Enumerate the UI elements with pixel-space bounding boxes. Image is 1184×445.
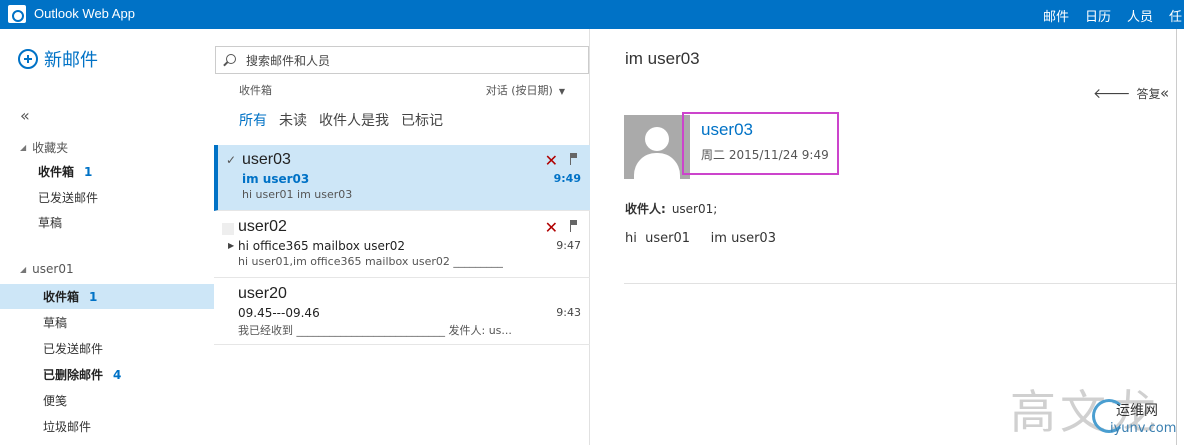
delete-icon[interactable]: ✕ bbox=[545, 151, 558, 170]
message-list-pane: 搜索邮件和人员 收件箱 对话 (按日期) ▼ 所有 未读 收件人是我 已标记 ✓ … bbox=[214, 29, 590, 445]
message-body: hi user01 im user03 bbox=[625, 231, 776, 246]
plus-circle-icon bbox=[18, 49, 38, 69]
message-item[interactable]: user02 ✕ ▶ hi office365 mailbox user02 9… bbox=[214, 212, 590, 278]
watermark-cn: 运维网 bbox=[1116, 403, 1158, 419]
reply-button[interactable]: 🡐 答复 bbox=[1093, 85, 1161, 102]
folder-label: 草稿 bbox=[38, 216, 63, 230]
message-time: 9:49 bbox=[553, 172, 581, 185]
favorite-sent[interactable]: 已发送邮件 bbox=[0, 185, 214, 210]
folder-deleted[interactable]: 已删除邮件 4 bbox=[0, 362, 214, 387]
scrollbar-edge[interactable] bbox=[1176, 29, 1184, 445]
watermark-url: iyunv.com bbox=[1110, 421, 1177, 436]
message-subject: hi office365 mailbox user02 bbox=[238, 239, 406, 253]
message-sender: user03 bbox=[242, 151, 291, 168]
person-icon-body bbox=[634, 153, 680, 179]
message-subject: im user03 bbox=[242, 172, 310, 186]
folder-notes[interactable]: 便笺 bbox=[0, 388, 214, 413]
top-bar: Outlook Web App 邮件 日历 人员 任 bbox=[0, 0, 1184, 31]
to-value[interactable]: user01; bbox=[672, 202, 718, 216]
folder-pane: 新邮件 « ◢ 收藏夹 收件箱 1 已发送邮件 草稿 ◢ user01 收件箱 … bbox=[0, 29, 214, 445]
filter-all[interactable]: 所有 bbox=[239, 110, 267, 130]
message-preview: hi user01,im office365 mailbox user02 __… bbox=[238, 255, 503, 268]
message-time: 9:43 bbox=[556, 306, 581, 319]
folder-label: 收件箱 bbox=[43, 290, 80, 304]
nav-calendar[interactable]: 日历 bbox=[1085, 6, 1111, 31]
nav-people[interactable]: 人员 bbox=[1127, 6, 1153, 31]
filter-flagged[interactable]: 已标记 bbox=[401, 110, 443, 130]
reply-label: 答复 bbox=[1136, 87, 1161, 101]
flag-icon[interactable] bbox=[570, 220, 578, 232]
filter-bar: 所有 未读 收件人是我 已标记 bbox=[239, 110, 443, 130]
new-mail-label: 新邮件 bbox=[44, 50, 98, 71]
collapse-pane-button[interactable]: « bbox=[20, 106, 30, 125]
reading-subject: im user03 bbox=[625, 49, 700, 68]
divider bbox=[624, 283, 1184, 284]
message-preview: hi user01 im user03 bbox=[242, 188, 353, 201]
message-item[interactable]: user20 09.45---09.46 9:43 我已经收到 ________… bbox=[214, 279, 590, 345]
expand-triangle-icon: ◢ bbox=[20, 264, 27, 274]
avatar bbox=[624, 115, 690, 179]
to-label: 收件人: bbox=[625, 202, 666, 216]
unread-count: 1 bbox=[89, 289, 98, 304]
checkmark-icon[interactable]: ✓ bbox=[226, 153, 236, 167]
flag-icon[interactable] bbox=[570, 153, 578, 165]
account-label: user01 bbox=[32, 262, 74, 276]
list-folder-name: 收件箱 bbox=[239, 84, 272, 97]
new-mail-button[interactable]: 新邮件 bbox=[18, 46, 98, 72]
top-nav: 邮件 日历 人员 任 bbox=[1042, 6, 1184, 31]
folder-label: 已发送邮件 bbox=[38, 191, 99, 205]
favorites-label: 收藏夹 bbox=[32, 141, 69, 155]
folder-junk[interactable]: 垃圾邮件 bbox=[0, 414, 214, 439]
message-subject: 09.45---09.46 bbox=[238, 306, 320, 320]
message-time: 9:47 bbox=[556, 239, 581, 252]
outlook-logo-icon bbox=[8, 5, 26, 23]
reply-all-icon[interactable]: « bbox=[1160, 84, 1169, 102]
favorite-inbox[interactable]: 收件箱 1 bbox=[0, 159, 214, 184]
app-title: Outlook Web App bbox=[34, 6, 135, 21]
favorite-drafts[interactable]: 草稿 bbox=[0, 210, 214, 235]
folder-label: 草稿 bbox=[43, 316, 68, 330]
reading-sender[interactable]: user03 bbox=[701, 120, 753, 140]
folder-inbox[interactable]: 收件箱 1 bbox=[0, 284, 214, 309]
favorites-header[interactable]: ◢ 收藏夹 bbox=[20, 139, 68, 156]
unread-count: 1 bbox=[84, 164, 93, 179]
folder-label: 收件箱 bbox=[38, 165, 75, 179]
folder-label: 垃圾邮件 bbox=[43, 420, 92, 434]
reply-arrow-icon: 🡐 bbox=[1093, 86, 1131, 102]
watermark-logo: 运维网 iyunv.com bbox=[1080, 395, 1180, 443]
sort-label: 对话 (按日期) bbox=[485, 84, 553, 97]
unread-count: 4 bbox=[113, 367, 122, 382]
nav-tasks[interactable]: 任 bbox=[1169, 6, 1182, 31]
search-icon bbox=[226, 54, 236, 64]
select-checkbox[interactable] bbox=[222, 223, 234, 235]
sort-dropdown[interactable]: 对话 (按日期) ▼ bbox=[486, 82, 565, 98]
search-placeholder: 搜索邮件和人员 bbox=[246, 53, 331, 68]
nav-mail[interactable]: 邮件 bbox=[1042, 6, 1069, 31]
message-preview: 我已经收到 ___________________________ 发件人: u… bbox=[238, 324, 512, 337]
message-sender: user02 bbox=[238, 218, 287, 235]
person-icon bbox=[645, 127, 669, 151]
folder-label: 已删除邮件 bbox=[43, 368, 104, 382]
filter-unread[interactable]: 未读 bbox=[279, 110, 307, 130]
folder-sent[interactable]: 已发送邮件 bbox=[0, 336, 214, 361]
search-input[interactable]: 搜索邮件和人员 bbox=[215, 46, 589, 74]
filter-to-me[interactable]: 收件人是我 bbox=[319, 110, 389, 130]
expand-conversation-icon[interactable]: ▶ bbox=[228, 241, 234, 250]
folder-drafts[interactable]: 草稿 bbox=[0, 310, 214, 335]
message-sender: user20 bbox=[238, 285, 287, 302]
folder-label: 便笺 bbox=[43, 394, 68, 408]
account-header[interactable]: ◢ user01 bbox=[20, 262, 74, 276]
message-item[interactable]: ✓ user03 ✕ im user03 9:49 hi user01 im u… bbox=[214, 145, 590, 211]
caret-down-icon: ▼ bbox=[558, 87, 565, 96]
delete-icon[interactable]: ✕ bbox=[545, 218, 558, 237]
folder-label: 已发送邮件 bbox=[43, 342, 104, 356]
recipients-line: 收件人: user01; bbox=[625, 200, 717, 217]
expand-triangle-icon: ◢ bbox=[20, 143, 27, 152]
reading-date: 周二 2015/11/24 9:49 bbox=[701, 148, 829, 162]
